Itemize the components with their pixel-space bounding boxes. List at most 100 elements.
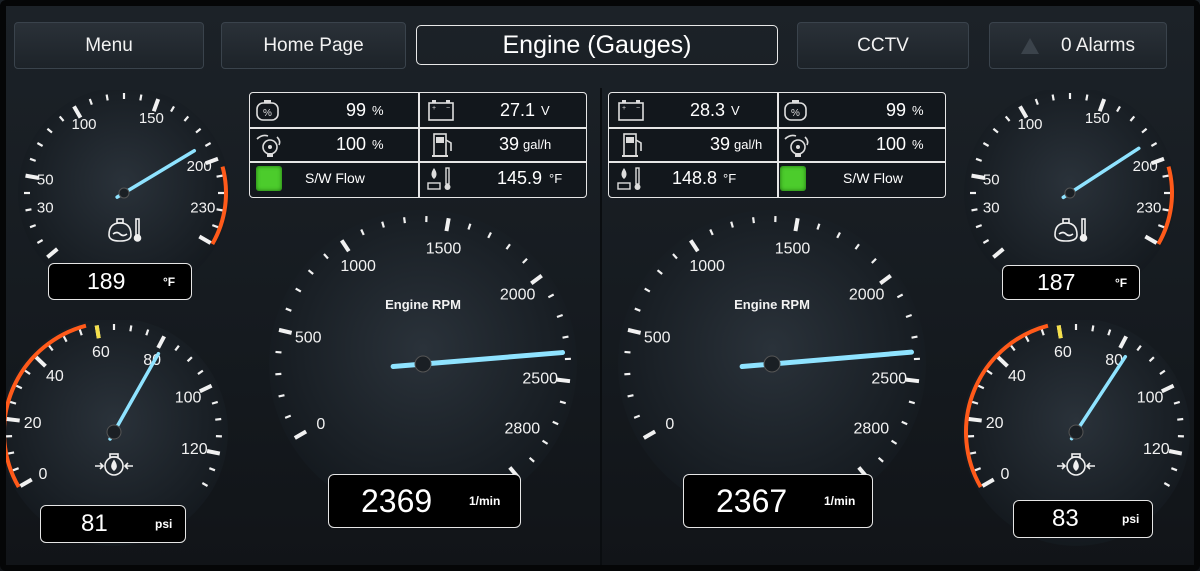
cctv-button-label: CCTV (857, 34, 909, 56)
starboard-fuel-rate-cell: 39 gal/h (609, 128, 777, 161)
torque-icon (784, 134, 809, 157)
starboard-rpm-gauge-hub (763, 355, 781, 373)
battery-icon: + − (428, 100, 454, 121)
fuel-pump-icon (432, 133, 452, 157)
starboard-oil-pressure-gauge-major-tick (1168, 449, 1183, 456)
alarms-button-label: 0 Alarms (1061, 34, 1135, 56)
port-fuel-rate-value: 39 (498, 134, 519, 154)
port-info-panel: % 99 % + − 27.1 V 100 % 39 gal/h S/W Flow… (249, 92, 587, 198)
fuel-pump-icon (622, 133, 642, 157)
port-oil-pressure-gauge-tick-label: 120 (181, 441, 208, 458)
port-oil-pressure-gauge-minor-tick (129, 325, 133, 332)
port-coolant-gauge-tick-label: 230 (190, 199, 215, 216)
port-rpm-gauge-tick-label: 2500 (522, 370, 558, 387)
starboard-oil-pressure-gauge-tick-label: 60 (1054, 344, 1072, 361)
port-oil-pressure-gauge-major-tick (206, 449, 221, 456)
starboard-oil-pressure-gauge-tick-label: 0 (1001, 466, 1010, 483)
port-oil-pressure-gauge-tick-label: 60 (92, 344, 110, 361)
starboard-rpm-gauge-major-tick (793, 217, 800, 232)
starboard-torque-value: 100 (875, 134, 906, 154)
port-coolant-gauge-minor-tick (105, 94, 109, 101)
starboard-oil-pressure-gauge-minor-tick (969, 451, 977, 455)
port-coolant-gauge-tick-label: 30 (37, 199, 54, 216)
port-oil-temp-cell: 145.9 °F (419, 162, 587, 195)
starboard-oil-pressure-gauge-minor-tick (1091, 325, 1095, 332)
engine-percent-icon: % (784, 100, 807, 121)
starboard-rpm-gauge-tick-label: 500 (644, 330, 671, 347)
port-oil-pressure-gauge-minor-tick (7, 451, 15, 455)
home-page-button-label: Home Page (263, 34, 364, 56)
port-oil-pressure-gauge-tick-label: 0 (39, 466, 48, 483)
engine-gauges-screen: Menu Home Page Engine (Gauges) CCTV 0 Al… (0, 0, 1200, 571)
port-battery-value: 27.1 (499, 100, 535, 120)
starboard-battery-unit: V (731, 103, 740, 118)
starboard-torque-unit: % (912, 137, 924, 152)
port-rpm-gauge-tick-label: 0 (316, 416, 325, 433)
svg-text:−: − (636, 105, 640, 112)
port-rpm-gauge-tick-label: 500 (295, 330, 322, 347)
starboard-rpm-gauge-tick-label: 2000 (849, 286, 885, 303)
port-rpm-gauge-tick-label: 1000 (340, 258, 376, 275)
sw-flow-status-led (780, 166, 806, 191)
port-rpm-gauge-minor-tick (559, 400, 567, 405)
port-load-value: 99 (345, 100, 366, 120)
starboard-coolant-unit: °F (1115, 275, 1128, 290)
port-torque-value: 100 (335, 134, 366, 154)
port-rpm-gauge-tick-label: 2000 (500, 286, 536, 303)
starboard-coolant-gauge-tick-label: 150 (1085, 110, 1110, 127)
starboard-torque-cell: 100 % (778, 128, 946, 161)
port-oil-temp-value: 145.9 (496, 168, 542, 188)
port-coolant-gauge-minor-tick (25, 208, 32, 212)
port-coolant-gauge-tick-label: 150 (139, 110, 164, 127)
starboard-oil-pressure-readout: 83 psi (1013, 500, 1153, 538)
port-coolant-gauge-hub (118, 187, 130, 199)
port-rpm-gauge-major-tick (444, 217, 451, 232)
port-sw-flow-label: S/W Flow (305, 170, 365, 186)
port-coolant-gauge-minor-tick (139, 94, 143, 101)
starboard-oil-pressure-gauge-minor-tick (1177, 417, 1184, 421)
starboard-rpm-gauge-minor-tick (752, 217, 755, 224)
port-coolant-unit: °F (163, 274, 176, 289)
starboard-oil-pressure-gauge-tick-label: 120 (1143, 441, 1170, 458)
starboard-rpm-gauge-tick-label: 2500 (871, 370, 907, 387)
starboard-coolant-temp-gauge: 30 50 100 150 200 230 (958, 90, 1186, 290)
port-battery-cell: + − 27.1 V (419, 94, 587, 127)
port-oil-pressure-gauge-major-tick (6, 416, 20, 423)
port-coolant-gauge-minor-tick (216, 208, 223, 212)
starboard-rpm-gauge-tick-label: 1500 (775, 241, 811, 258)
home-page-button[interactable]: Home Page (221, 22, 406, 69)
svg-text:+: + (622, 105, 626, 112)
port-oil-pressure-gauge-tick-label: 20 (24, 415, 42, 432)
port-load-cell: % 99 % (250, 94, 418, 127)
port-rpm-value: 2369 (361, 482, 433, 519)
port-coolant-gauge-svg: 30 50 100 150 200 230 (18, 90, 230, 290)
menu-button[interactable]: Menu (14, 22, 204, 69)
starboard-fuel-rate-value: 39 (709, 134, 730, 154)
starboard-coolant-gauge-minor-tick (971, 208, 978, 212)
page-title: Engine (Gauges) (416, 25, 778, 65)
port-rpm-gauge-hub (414, 355, 432, 373)
starboard-oil-temp-unit: °F (723, 171, 737, 186)
starboard-coolant-gauge-hub (1064, 187, 1076, 199)
warning-triangle-icon (1021, 37, 1040, 54)
port-oil-pressure-value: 81 (81, 510, 108, 537)
port-coolant-gauge-tick-label: 50 (37, 172, 54, 189)
oil-temperature-icon (617, 167, 641, 190)
cctv-button[interactable]: CCTV (797, 22, 969, 69)
starboard-oil-pressure-gauge-tick-label: 40 (1008, 368, 1026, 385)
starboard-rpm-gauge-tick-label: 1000 (689, 258, 725, 275)
page-title-text: Engine (Gauges) (502, 30, 692, 59)
port-rpm-gauge-tick-label: 2800 (505, 420, 541, 437)
starboard-rpm-gauge-tick-label: 2800 (854, 420, 890, 437)
port-oil-temp-unit: °F (549, 171, 563, 186)
starboard-load-unit: % (912, 103, 924, 118)
alarms-button[interactable]: 0 Alarms (989, 22, 1167, 69)
starboard-rpm-gauge-major-tick (905, 377, 920, 384)
port-coolant-temp-gauge: 30 50 100 150 200 230 (12, 90, 240, 290)
starboard-coolant-gauge-minor-tick (1085, 94, 1089, 101)
port-coolant-gauge-minor-tick (216, 174, 223, 178)
starboard-oil-pressure-gauge-caution-tick (1056, 325, 1063, 339)
starboard-coolant-gauge-minor-tick (1162, 208, 1169, 212)
starboard-rpm-gauge-title: Engine RPM (734, 297, 810, 312)
starboard-oil-temp-cell: 148.8 °F (609, 162, 777, 195)
